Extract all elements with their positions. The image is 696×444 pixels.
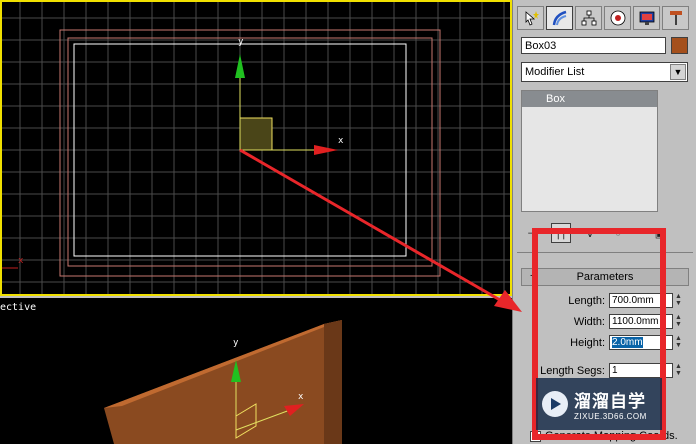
watermark-title: 溜溜自学 — [574, 392, 646, 411]
viewport-label[interactable]: ective — [0, 302, 36, 313]
perspective-viewport[interactable]: ective y x — [0, 298, 512, 444]
height-label: Height: — [570, 337, 605, 349]
length-segs-row: Length Segs: 1 ▲ ▼ — [517, 363, 693, 379]
safe-frame-outer — [59, 29, 441, 277]
persp-y-label: y — [233, 338, 239, 348]
generate-mapping-row[interactable]: ✔ Generate Mapping Coords. — [530, 430, 678, 442]
modifier-list-dropdown[interactable]: Modifier List ▼ — [521, 62, 688, 82]
object-name-field[interactable]: Box03 — [521, 37, 666, 54]
length-label: Length: — [568, 295, 605, 307]
width-row: Width: 1100.0mm ▲ ▼ — [517, 314, 693, 330]
utilities-tab[interactable] — [662, 6, 689, 30]
show-end-result-icon[interactable]: ∣∣ — [551, 223, 571, 243]
top-viewport-objects — [2, 29, 441, 277]
top-viewport[interactable]: y x x — [0, 0, 512, 296]
watermark: 溜溜自学 ZIXUE.3D66.COM — [536, 378, 662, 430]
hammer-icon — [669, 11, 682, 25]
corner-x-label: x — [18, 256, 24, 266]
y-axis-arrow — [235, 54, 245, 78]
monitor-icon — [639, 11, 654, 25]
width-field[interactable]: 1100.0mm — [609, 314, 673, 329]
perspective-objects — [104, 320, 342, 444]
stack-item-box[interactable]: Box — [522, 91, 657, 107]
object-color-swatch[interactable] — [671, 37, 688, 54]
x-axis-label: x — [338, 136, 344, 146]
length-segs-spinner[interactable]: ▲ ▼ — [675, 363, 683, 378]
generate-mapping-label: Generate Mapping Coords. — [545, 430, 678, 442]
cursor-star-icon — [525, 11, 539, 26]
command-panel-tabs — [517, 6, 689, 32]
bend-icon — [552, 10, 566, 26]
height-row: Height: 2.0mm ▲ ▼ — [517, 335, 693, 351]
height-spinner[interactable]: ▲ ▼ — [675, 335, 683, 350]
motion-wheel-icon — [610, 10, 625, 26]
y-axis-label: y — [238, 37, 244, 47]
box-object-top — [239, 117, 273, 151]
create-tab[interactable] — [517, 6, 544, 30]
display-tab[interactable] — [633, 6, 660, 30]
hierarchy-icon — [581, 10, 596, 26]
length-segs-field[interactable]: 1 — [609, 363, 673, 378]
length-row: Length: 700.0mm ▲ ▼ — [517, 293, 693, 309]
length-field[interactable]: 700.0mm — [609, 293, 673, 308]
height-field[interactable]: 2.0mm — [609, 335, 673, 350]
height-value-selected: 2.0mm — [612, 337, 643, 348]
pin-stack-icon[interactable]: ⊣ — [523, 224, 541, 242]
remove-modifier-icon[interactable]: ◌ — [609, 224, 627, 242]
chevron-down-icon[interactable]: ▼ — [670, 64, 686, 80]
stack-toolbar: ⊣ ∣∣ ∀ ◌ ▣ — [523, 222, 683, 244]
parameters-title: Parameters — [576, 271, 634, 283]
width-label: Width: — [573, 316, 605, 328]
hierarchy-tab[interactable] — [575, 6, 602, 30]
length-segs-label: Length Segs: — [540, 365, 605, 377]
divider — [517, 252, 693, 253]
safe-frame-middle — [67, 37, 433, 267]
board-side-face — [324, 320, 342, 444]
generate-mapping-checkbox[interactable]: ✔ — [530, 430, 541, 442]
modify-tab[interactable] — [546, 6, 573, 30]
x-axis-arrow — [314, 145, 338, 155]
modifier-stack[interactable]: Box — [521, 90, 658, 212]
persp-x-label: x — [298, 392, 304, 402]
length-spinner[interactable]: ▲ ▼ — [675, 293, 683, 308]
watermark-url: ZIXUE.3D66.COM — [574, 412, 647, 421]
parameters-rollout-header[interactable]: − Parameters — [521, 268, 689, 286]
watermark-play-icon — [542, 391, 568, 417]
make-unique-icon[interactable]: ∀ — [581, 224, 599, 242]
modifier-list-label: Modifier List — [525, 66, 585, 78]
configure-sets-icon[interactable]: ▣ — [651, 224, 669, 242]
motion-tab[interactable] — [604, 6, 631, 30]
width-spinner[interactable]: ▲ ▼ — [675, 314, 683, 329]
